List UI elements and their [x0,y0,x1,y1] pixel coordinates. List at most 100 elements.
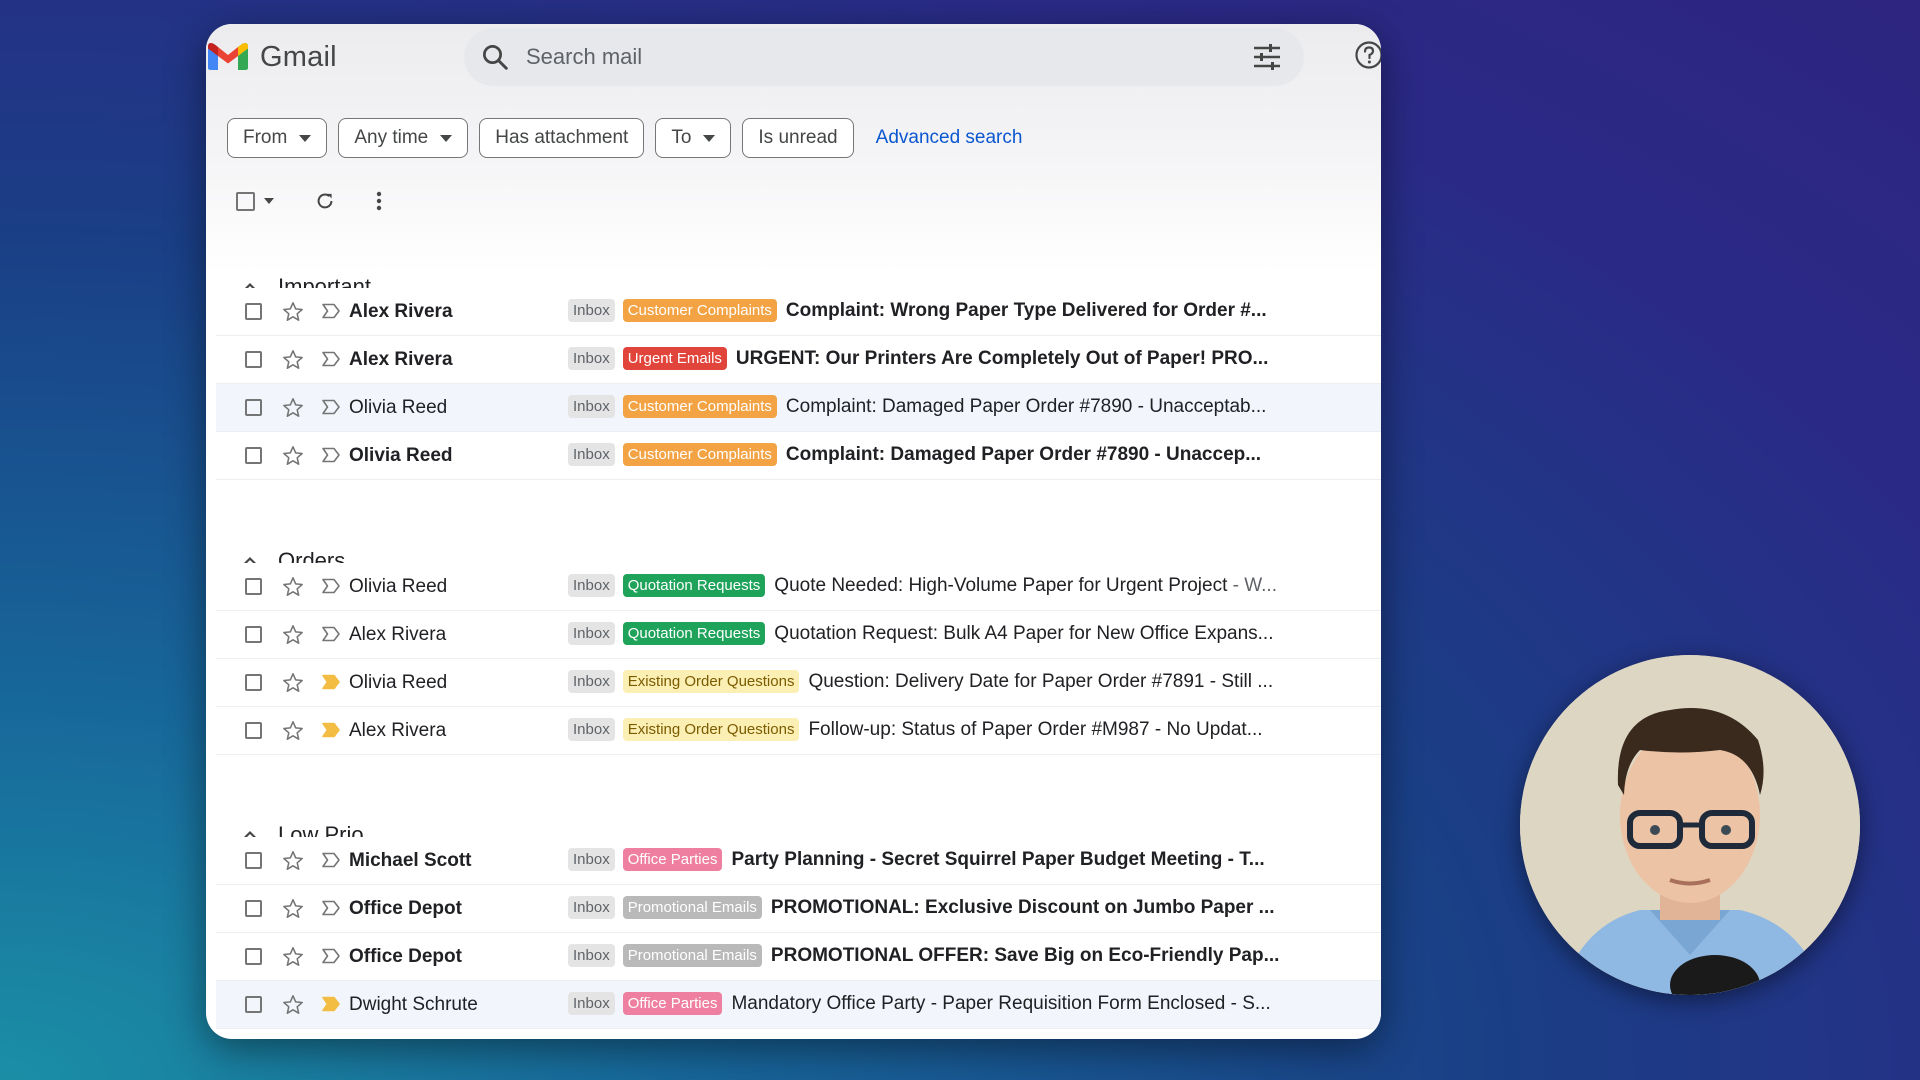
category-label[interactable]: Customer Complaints [622,299,777,322]
row-checkbox[interactable] [245,674,262,691]
any-time-filter-chip[interactable]: Any time [338,118,469,158]
category-label[interactable]: Quotation Requests [622,622,766,645]
email-row[interactable]: Office Depot Inbox Promotional Emails PROMO… [216,933,1381,981]
category-label[interactable]: Promotional Emails [622,896,762,919]
tune-icon[interactable] [1252,44,1282,75]
email-row[interactable]: Alex Rivera Inbox Urgent Emails URGENT: Our… [216,336,1381,384]
category-label[interactable]: Promotional Emails [622,944,762,967]
email-row[interactable]: Olivia Reed Inbox Customer Complaints Compl… [216,432,1381,480]
search-input[interactable]: Search mail [526,44,642,70]
email-subject: Complaint: Damaged Paper Order #7890 - U… [786,444,1318,466]
star-icon[interactable] [282,301,304,322]
category-label[interactable]: Quotation Requests [622,574,766,597]
inbox-label[interactable]: Inbox [568,574,615,597]
row-checkbox[interactable] [245,900,262,917]
importance-marker-icon[interactable] [321,674,341,690]
category-label[interactable]: Office Parties [622,848,723,871]
importance-marker-icon[interactable] [321,303,341,319]
star-icon[interactable] [282,397,304,418]
row-checkbox[interactable] [245,351,262,368]
more-vert-icon[interactable] [376,191,382,211]
inbox-label[interactable]: Inbox [568,299,615,322]
search-icon[interactable] [480,42,510,72]
star-icon[interactable] [282,994,304,1015]
row-checkbox[interactable] [245,447,262,464]
email-row[interactable]: Dwight Schrute Inbox Office Parties Mandato… [216,981,1381,1029]
star-icon[interactable] [282,576,304,597]
star-icon[interactable] [282,850,304,871]
email-row[interactable]: Alex Rivera Inbox Quotation Requests Quotat… [216,611,1381,659]
gmail-logo-icon [206,38,250,77]
importance-marker-icon[interactable] [321,948,341,964]
row-checkbox[interactable] [245,626,262,643]
star-icon[interactable] [282,445,304,466]
importance-marker-icon[interactable] [321,578,341,594]
star-icon[interactable] [282,720,304,741]
email-row[interactable]: Olivia Reed Inbox Existing Order Questions… [216,659,1381,707]
is-unread-filter-chip[interactable]: Is unread [742,118,854,158]
email-row[interactable]: Alex Rivera Inbox Customer Complaints Compl… [216,288,1381,336]
email-content: Inbox Urgent Emails URGENT: Our Printers A… [568,347,1318,370]
inbox-label[interactable]: Inbox [568,718,615,741]
row-checkbox[interactable] [245,399,262,416]
category-label[interactable]: Urgent Emails [622,347,727,370]
importance-marker-icon[interactable] [321,351,341,367]
help-icon[interactable] [1354,40,1381,75]
email-subject-text: Party Planning - Secret Squirrel Paper B… [731,848,1265,870]
inbox-label[interactable]: Inbox [568,992,615,1015]
email-subject: PROMOTIONAL: Exclusive Discount on Jumbo… [771,897,1318,919]
importance-marker-icon[interactable] [321,996,341,1012]
inbox-label[interactable]: Inbox [568,347,615,370]
inbox-label[interactable]: Inbox [568,848,615,871]
importance-marker-icon[interactable] [321,447,341,463]
caret-down-icon[interactable] [264,198,274,204]
has-attachment-filter-chip[interactable]: Has attachment [479,118,645,158]
star-icon[interactable] [282,624,304,645]
importance-marker-icon[interactable] [321,852,341,868]
inbox-label[interactable]: Inbox [568,896,615,919]
importance-marker-icon[interactable] [321,399,341,415]
row-checkbox[interactable] [245,948,262,965]
row-checkbox[interactable] [245,303,262,320]
email-row[interactable]: Olivia Reed Inbox Quotation Requests Quote … [216,563,1381,611]
checkbox-icon [236,191,255,211]
category-label[interactable]: Office Parties [622,992,723,1015]
importance-marker-icon[interactable] [321,900,341,916]
email-subject-text: URGENT: Our Printers Are Completely Out … [735,347,1269,369]
search-bar[interactable]: Search mail [464,28,1304,86]
email-row[interactable]: Michael Scott Inbox Office Parties Party Pl… [216,837,1381,885]
email-content: Inbox Quotation Requests Quote Needed: Hig… [568,574,1318,597]
star-icon[interactable] [282,946,304,967]
inbox-label[interactable]: Inbox [568,395,615,418]
row-checkbox[interactable] [245,996,262,1013]
importance-marker-icon[interactable] [321,626,341,642]
star-icon[interactable] [282,672,304,693]
inbox-label[interactable]: Inbox [568,443,615,466]
email-content: Inbox Office Parties Party Planning - Secr… [568,848,1318,871]
advanced-search-link[interactable]: Advanced search [876,127,1023,149]
category-label[interactable]: Existing Order Questions [622,670,800,693]
inbox-label[interactable]: Inbox [568,622,615,645]
email-row[interactable]: Olivia Reed Inbox Customer Complaints Compl… [216,384,1381,432]
row-checkbox[interactable] [245,722,262,739]
to-filter-chip[interactable]: To [655,118,732,158]
email-row[interactable]: Office Depot Inbox Promotional Emails PROMO… [216,885,1381,933]
row-checkbox[interactable] [245,578,262,595]
email-content: Inbox Promotional Emails PROMOTIONAL: Excl… [568,896,1318,919]
from-filter-chip[interactable]: From [227,118,328,158]
inbox-label[interactable]: Inbox [568,670,615,693]
category-label[interactable]: Customer Complaints [622,443,777,466]
inbox-label[interactable]: Inbox [568,944,615,967]
email-row[interactable]: Alex Rivera Inbox Existing Order Questions… [216,707,1381,755]
category-label[interactable]: Existing Order Questions [622,718,800,741]
star-icon[interactable] [282,898,304,919]
email-subject-text: Question: Delivery Date for Paper Order … [808,670,1274,692]
importance-marker-icon[interactable] [321,722,341,738]
gmail-logo[interactable]: Gmail [206,38,337,77]
star-icon[interactable] [282,349,304,370]
category-label[interactable]: Customer Complaints [622,395,777,418]
row-checkbox[interactable] [245,852,262,869]
mail-toolbar [236,190,382,212]
select-all-checkbox[interactable] [236,191,255,211]
refresh-icon[interactable] [314,190,336,212]
